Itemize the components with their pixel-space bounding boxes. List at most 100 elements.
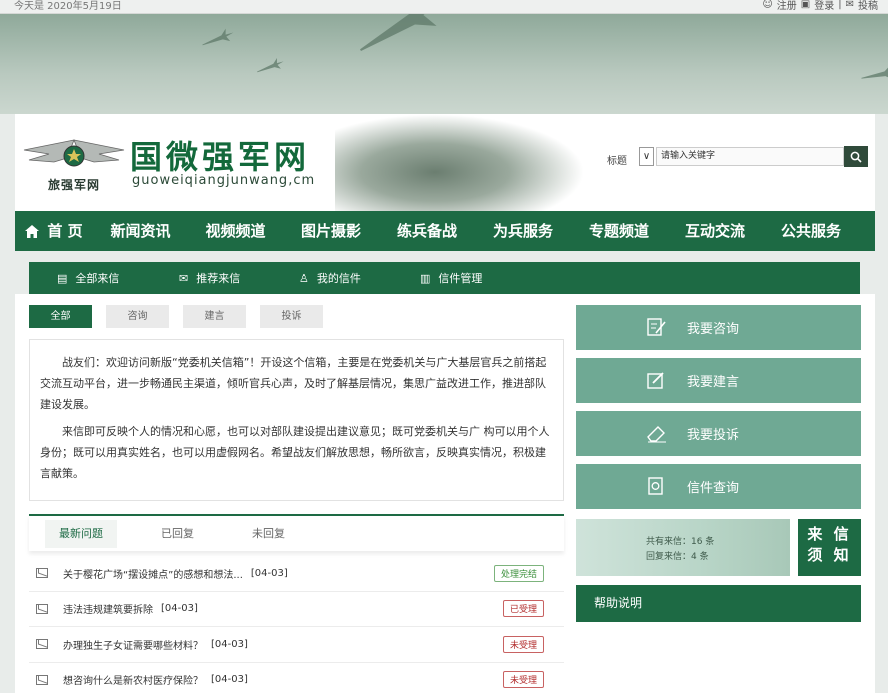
qtab-unreplied[interactable]: 未回复 <box>238 520 299 548</box>
nav-news[interactable]: 新闻资讯 <box>93 211 188 251</box>
letter-icon <box>36 674 48 685</box>
letter-icon <box>36 639 48 650</box>
intro-paragraph-2: 来信即可反映个人的情况和心愿，也可以对部队建设提出建议意见；既可党委机关与广 构… <box>40 425 550 480</box>
login-link[interactable]: 登录 <box>814 0 834 12</box>
nav-photo[interactable]: 图片摄影 <box>283 211 379 251</box>
search-input[interactable]: 请输入关键字 <box>656 147 844 166</box>
home-icon <box>25 224 40 238</box>
consult-label: 我要咨询 <box>687 322 740 337</box>
jets-illustration <box>202 14 888 80</box>
eraser-icon <box>647 426 666 443</box>
user-icon: ♙ <box>299 271 309 285</box>
intro-paragraph-1: 战友们：欢迎访问新版“党委机关信箱”！开设这个信箱，主要是在党委机关与广大基层官… <box>40 356 547 411</box>
letter-icon <box>36 568 48 579</box>
nav-training[interactable]: 练兵备战 <box>379 211 475 251</box>
question-title[interactable]: 想咨询什么是新农村医疗保险？ <box>63 672 203 687</box>
nav-topics[interactable]: 专题频道 <box>571 211 667 251</box>
mail-send-icon: ✉ <box>179 271 189 285</box>
search-category-select[interactable]: ∨ <box>639 147 654 166</box>
status-badge: 已受理 <box>502 600 544 618</box>
nav-home-label: 首 页 <box>47 222 83 240</box>
submit-link[interactable]: 投稿 <box>858 0 878 12</box>
search-category-label: 标题 <box>607 156 627 167</box>
question-date: [04-03] <box>250 567 288 579</box>
subnav-recommended[interactable]: ✉ 推荐来信 <box>179 270 299 286</box>
letter-notice-button[interactable]: 来 信 须 知 <box>798 519 861 576</box>
total-letters: 共有来信：16 条 <box>646 537 715 547</box>
pencil-square-icon <box>647 372 664 389</box>
top-links: ☺ 注册 ▣ 登录 | ✉ 投稿 <box>762 0 878 12</box>
subnav-manage[interactable]: ▥ 信件管理 <box>420 270 482 286</box>
nav-video[interactable]: 视频频道 <box>188 211 283 251</box>
replied-letters: 回复来信：4 条 <box>646 552 709 562</box>
category-tabs: 全部 咨询 建言 投诉 <box>29 305 323 328</box>
site-title[interactable]: 国微强军网 <box>130 132 310 178</box>
chart-icon: ▥ <box>420 271 431 285</box>
complaint-button[interactable]: 我要投诉 <box>576 411 861 456</box>
letter-icon <box>36 603 48 614</box>
user-icon: ☺ <box>762 0 773 10</box>
submit-icon: ✉ <box>845 0 854 10</box>
status-badge: 未受理 <box>502 671 544 689</box>
suggest-button[interactable]: 我要建言 <box>576 358 861 403</box>
hero-banner <box>0 14 888 114</box>
subnav-manage-label: 信件管理 <box>438 272 483 285</box>
document-search-icon <box>648 477 663 495</box>
main-nav: 首 页 新闻资讯 视频频道 图片摄影 练兵备战 为兵服务 专题频道 互动交流 公… <box>15 211 875 251</box>
search-button[interactable] <box>844 146 868 167</box>
mailbox-subnav: ▤ 全部来信 ✉ 推荐来信 ♙ 我的信件 ▥ 信件管理 <box>29 262 860 294</box>
letter-stats: 共有来信：16 条 回复来信：4 条 <box>576 519 790 576</box>
inbox-icon: ▤ <box>57 271 68 285</box>
subnav-all-letters[interactable]: ▤ 全部来信 <box>57 270 179 286</box>
tab-all[interactable]: 全部 <box>29 305 92 328</box>
question-title[interactable]: 违法违规建筑要拆除 <box>63 601 153 616</box>
intro-box: 战友们：欢迎访问新版“党委机关信箱”！开设这个信箱，主要是在党委机关与广大基层官… <box>29 339 564 501</box>
question-title[interactable]: 办理独生子女证需要哪些材料？ <box>63 637 203 652</box>
complaint-label: 我要投诉 <box>687 428 740 443</box>
question-date: [04-03] <box>211 638 248 650</box>
edit-doc-icon <box>647 318 666 336</box>
qtab-replied[interactable]: 已回复 <box>147 520 208 548</box>
help-panel-title[interactable]: 帮助说明 <box>576 585 861 622</box>
emblem-caption: 旅强军网 <box>48 178 101 192</box>
login-icon: ▣ <box>800 0 811 10</box>
suggest-label: 我要建言 <box>687 375 740 390</box>
consult-button[interactable]: 我要咨询 <box>576 305 861 350</box>
main-content: 全部 咨询 建言 投诉 战友们：欢迎访问新版“党委机关信箱”！开设这个信箱，主要… <box>15 294 875 693</box>
tab-consult[interactable]: 咨询 <box>106 305 169 328</box>
question-list: 关于樱花广场“摆设摊点”的感想和想法... [04-03] 处理完结 违法违规建… <box>29 556 564 693</box>
nav-interaction[interactable]: 互动交流 <box>667 211 763 251</box>
site-header: 旅强军网 国微强军网 guoweiqiangjunwang,cm 标题 ∨ 请输… <box>15 114 875 211</box>
notice-line-2: 须 知 <box>807 546 852 564</box>
top-divider: | <box>838 0 842 10</box>
tab-complaint[interactable]: 投诉 <box>260 305 323 328</box>
question-row[interactable]: 办理独生子女证需要哪些材料？ [04-03] 未受理 <box>29 627 564 663</box>
tab-suggest[interactable]: 建言 <box>183 305 246 328</box>
question-date: [04-03] <box>211 674 248 686</box>
letter-query-label: 信件查询 <box>687 481 740 496</box>
nav-public[interactable]: 公共服务 <box>763 211 859 251</box>
letter-query-button[interactable]: 信件查询 <box>576 464 861 509</box>
question-date: [04-03] <box>161 603 198 615</box>
subnav-my-letters[interactable]: ♙ 我的信件 <box>299 270 420 286</box>
soldier-image <box>335 114 585 211</box>
question-row[interactable]: 违法违规建筑要拆除 [04-03] 已受理 <box>29 592 564 627</box>
top-bar: 今天是 2020年5月19日 ☺ 注册 ▣ 登录 | ✉ 投稿 <box>0 0 888 14</box>
nav-service[interactable]: 为兵服务 <box>475 211 571 251</box>
question-row[interactable]: 想咨询什么是新农村医疗保险？ [04-03] 未受理 <box>29 663 564 693</box>
qtab-latest[interactable]: 最新问题 <box>45 519 117 548</box>
subnav-my-label: 我的信件 <box>316 272 361 285</box>
subnav-recommended-label: 推荐来信 <box>196 272 241 285</box>
notice-line-1: 来 信 <box>807 525 852 543</box>
question-row[interactable]: 关于樱花广场“摆设摊点”的感想和想法... [04-03] 处理完结 <box>29 556 564 592</box>
question-title[interactable]: 关于樱花广场“摆设摊点”的感想和想法... <box>63 566 243 581</box>
subnav-all-label: 全部来信 <box>75 272 120 285</box>
search-icon <box>850 151 862 163</box>
register-link[interactable]: 注册 <box>777 0 797 12</box>
status-badge: 未受理 <box>502 635 544 653</box>
question-tabs: 最新问题 已回复 未回复 <box>29 514 564 551</box>
date-text: 今天是 2020年5月19日 <box>14 1 122 12</box>
site-url: guoweiqiangjunwang,cm <box>132 173 316 188</box>
nav-home[interactable]: 首 页 <box>15 211 93 251</box>
status-badge: 处理完结 <box>493 564 544 582</box>
